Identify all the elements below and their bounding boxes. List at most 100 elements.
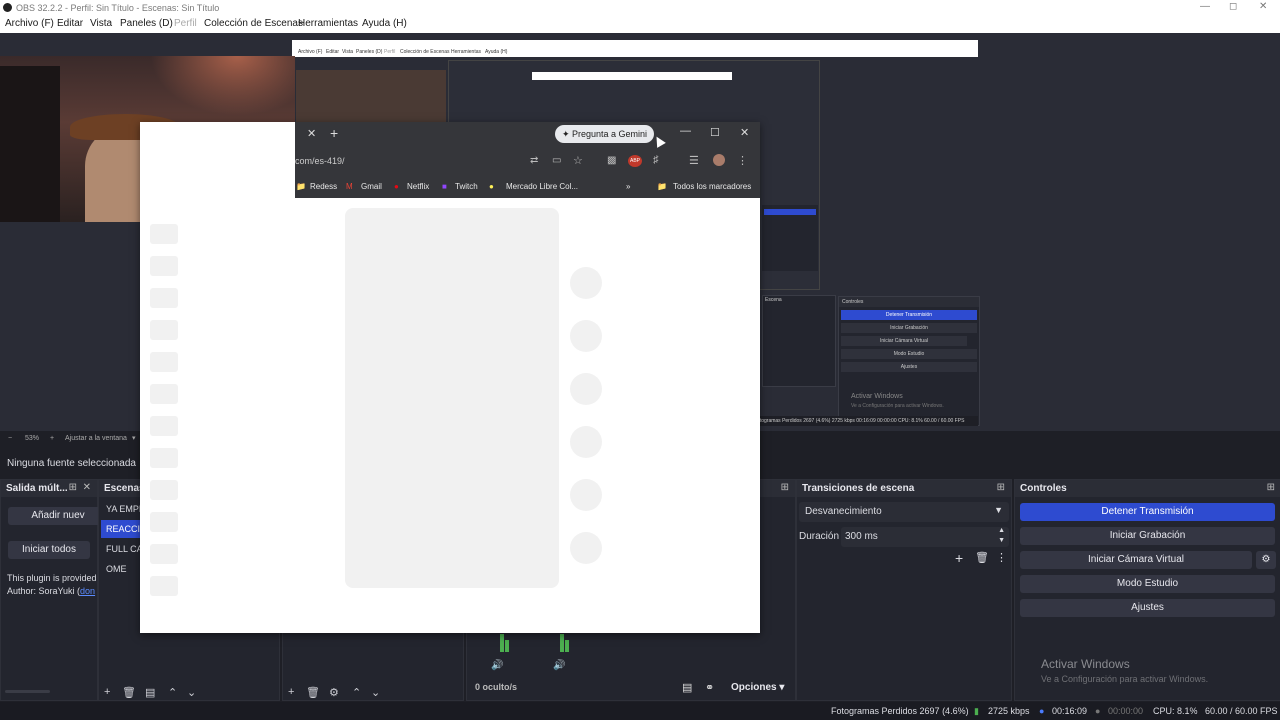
zoom-in-icon[interactable]: + — [50, 435, 54, 442]
studio-mode-button[interactable]: Modo Estudio — [1020, 575, 1275, 593]
bookmark-item[interactable]: Redess — [310, 182, 337, 191]
trash-icon[interactable]: 🗑 — [122, 686, 136, 699]
menu-ayuda[interactable]: Ayuda (H) — [362, 18, 407, 29]
nested-menu-item: Perfil — [384, 49, 396, 55]
author-link[interactable]: don — [80, 586, 95, 596]
dock-header: Controles ⊞ — [1015, 480, 1280, 497]
volume-icon[interactable]: 🔊 — [491, 660, 503, 671]
gear-icon[interactable]: ⚙ — [1256, 551, 1276, 569]
url-text[interactable]: com/es-419/ — [295, 156, 345, 166]
folder-icon: 📁 — [657, 182, 667, 191]
all-bookmarks[interactable]: Todos los marcadores — [673, 182, 751, 191]
arrow-down-icon[interactable]: ⌄ — [371, 686, 380, 699]
more-icon[interactable]: ⋮ — [737, 154, 748, 167]
close-icon[interactable]: ✕ — [83, 482, 91, 493]
bookmark-item[interactable]: Twitch — [455, 182, 478, 191]
options-button[interactable]: Opciones ▾ — [731, 682, 784, 693]
settings-button[interactable]: Ajustes — [1020, 599, 1275, 617]
nested-menu-item: Colección de Escenas — [400, 49, 450, 55]
menu-herramientas[interactable]: Herramientas — [298, 18, 358, 29]
start-recording-button[interactable]: Iniciar Grabación — [1020, 527, 1275, 545]
browser-tab-strip: ✕ + — ☐ ✕ — [295, 122, 760, 146]
menu-editar[interactable]: Editar — [57, 18, 83, 29]
chevron-right-icon[interactable]: » — [626, 182, 630, 191]
minimize-icon[interactable]: — — [680, 125, 691, 137]
arrow-up-icon[interactable]: ⌃ — [168, 686, 177, 699]
undock-icon[interactable]: ⊞ — [781, 482, 789, 493]
maximize-icon[interactable]: ☐ — [710, 126, 720, 139]
browser-window[interactable]: ✕ + — ☐ ✕ com/es-419/ ⇄ ▭ ☆ ▩ ABP ♯ ☰ ⋮ … — [140, 122, 760, 633]
trash-icon[interactable]: 🗑 — [306, 686, 320, 699]
duration-input[interactable]: 300 ms ▲ ▼ — [841, 527, 1009, 547]
transition-select[interactable]: Desvanecimiento ▼ — [799, 502, 1009, 522]
extension-icon[interactable]: ▩ — [607, 155, 616, 166]
menu-paneles[interactable]: Paneles (D) — [120, 18, 173, 29]
add-target-button[interactable]: Añadir nuev — [8, 507, 108, 525]
media-icon[interactable]: ☰ — [689, 154, 699, 167]
menu-perfil[interactable]: Perfil — [174, 18, 197, 29]
nested-menu-bar: Archivo (F) Editar Vista Paneles (D) Per… — [292, 48, 978, 57]
bitrate: 2725 kbps — [988, 706, 1030, 716]
nested-button: Modo Estudio — [841, 349, 977, 359]
adblock-icon[interactable]: ABP — [628, 155, 642, 167]
maximize-icon[interactable]: ◻ — [1229, 1, 1237, 12]
nested-inner-titlebar — [532, 72, 732, 80]
nested-title-bar — [292, 40, 978, 48]
stepper-down-icon[interactable]: ▼ — [998, 537, 1005, 544]
arrow-up-icon[interactable]: ⌃ — [352, 686, 361, 699]
start-all-button[interactable]: Iniciar todos — [8, 541, 90, 559]
bookmark-item[interactable]: Mercado Libre Col... — [506, 182, 578, 191]
bookmark-item[interactable]: Netflix — [407, 182, 429, 191]
minimize-icon[interactable]: — — [1200, 1, 1210, 12]
trash-icon[interactable]: 🗑 — [975, 551, 989, 564]
stream-time: 00:16:09 — [1052, 706, 1088, 716]
skeleton-row — [150, 480, 178, 500]
audio-meter — [565, 640, 569, 652]
skeleton-row — [150, 576, 178, 596]
skeleton-circle — [570, 532, 602, 564]
arrow-down-icon[interactable]: ⌄ — [187, 686, 196, 699]
gear-icon[interactable]: ⚙ — [329, 686, 339, 699]
nested-status-bar: Fotogramas Perdidos 2697 (4.6%) 2725 kbp… — [752, 416, 978, 426]
star-icon[interactable]: ☆ — [573, 154, 583, 167]
nested-menu-item: Paneles (D) — [356, 49, 383, 55]
add-icon[interactable]: + — [288, 686, 294, 698]
menu-archivo[interactable]: Archivo (F) — [5, 18, 54, 29]
translate-icon[interactable]: ⇄ — [530, 155, 538, 166]
add-icon[interactable]: + — [104, 686, 110, 698]
more-icon[interactable]: ⋮ — [996, 551, 1007, 564]
stepper-up-icon[interactable]: ▲ — [998, 527, 1005, 534]
close-icon[interactable]: ✕ — [1259, 1, 1267, 12]
undock-icon[interactable]: ⊞ — [997, 482, 1005, 493]
dock-transiciones: Transiciones de escena ⊞ Desvanecimiento… — [796, 479, 1012, 701]
avatar[interactable] — [713, 154, 725, 166]
undock-icon[interactable]: ⊞ — [69, 482, 77, 493]
puzzle-icon[interactable]: ♯ — [653, 154, 659, 166]
add-icon[interactable]: + — [955, 550, 963, 566]
volume-icon[interactable]: 🔊 — [553, 660, 565, 671]
close-icon[interactable]: ✕ — [740, 126, 749, 139]
skeleton-circle — [570, 267, 602, 299]
skeleton-row — [150, 256, 178, 276]
close-tab-icon[interactable]: ✕ — [307, 127, 316, 140]
bookmark-item[interactable]: Gmail — [361, 182, 382, 191]
stop-stream-button[interactable]: Detener Transmisión — [1020, 503, 1275, 521]
start-virtual-cam-button[interactable]: Iniciar Cámara Virtual — [1020, 551, 1252, 569]
undock-icon[interactable]: ⊞ — [1267, 482, 1275, 493]
horizontal-scrollbar[interactable] — [5, 690, 50, 693]
zoom-out-icon[interactable]: − — [8, 435, 12, 442]
browser-address-bar[interactable]: com/es-419/ ⇄ ▭ ☆ ▩ ABP ♯ ☰ ⋮ — [295, 146, 760, 176]
layout-icon[interactable]: ▤ — [682, 681, 692, 694]
chevron-down-icon[interactable]: ▾ — [132, 434, 136, 442]
author-line: Author: SoraYuki (don — [7, 586, 95, 596]
gemini-button[interactable]: ✦ Pregunta a Gemini — [555, 125, 654, 143]
link-icon[interactable]: ⚭ — [705, 681, 714, 694]
fit-window-select[interactable]: Ajustar a la ventana — [65, 435, 127, 442]
new-tab-icon[interactable]: + — [330, 125, 338, 141]
window-title-bar: OBS 32.2.2 - Perfil: Sin Título - Escena… — [0, 0, 1280, 16]
cast-icon[interactable]: ▭ — [552, 155, 561, 166]
menu-vista[interactable]: Vista — [90, 18, 112, 29]
filter-icon[interactable]: ▤ — [145, 686, 155, 699]
skeleton-row — [150, 384, 178, 404]
menu-coleccion[interactable]: Colección de Escenas — [204, 18, 303, 29]
